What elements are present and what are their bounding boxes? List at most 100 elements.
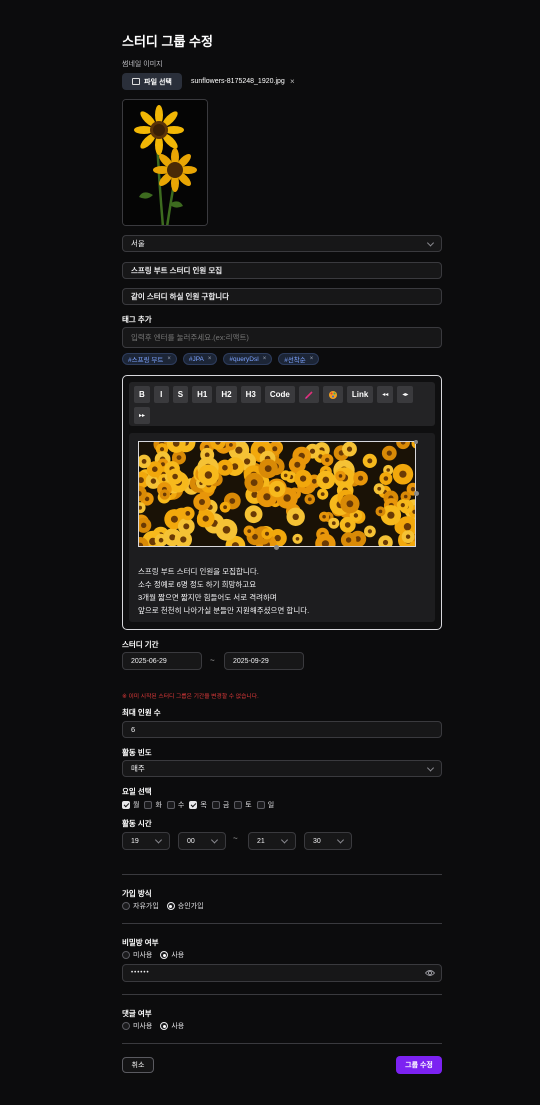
days-label: 요일 선택 (122, 787, 152, 796)
eye-icon[interactable] (424, 969, 436, 979)
period-warning: ※ 이미 시작된 스터디 그룹은 기간을 변경할 수 없습니다. (122, 694, 259, 700)
radio[interactable] (122, 902, 130, 910)
image-icon (132, 78, 141, 85)
time-label: 활동 시간 (122, 819, 152, 828)
remove-tag-icon[interactable]: × (208, 356, 212, 362)
day-option[interactable]: 수 (166, 800, 184, 810)
join-option-free[interactable]: 자유가입 (122, 901, 159, 911)
end-hour-select[interactable]: 21 (248, 832, 296, 850)
comments-option-on[interactable]: 사용 (160, 1021, 184, 1031)
radio[interactable] (160, 1022, 169, 1030)
day-option[interactable]: 목 (189, 800, 207, 810)
secret-radio-group: 미사용 사용 (122, 950, 184, 960)
italic-button[interactable]: I (153, 386, 169, 403)
tag-list: #스프링 부트 × #JPA × #queryDsl × #선착순 × (122, 353, 320, 365)
checkbox[interactable] (189, 801, 198, 809)
join-label: 가입 방식 (122, 889, 152, 898)
day-option[interactable]: 일 (256, 800, 274, 810)
file-name: sunflowers-8175248_1920.jpg (191, 78, 285, 85)
chevron-down-icon (154, 836, 163, 844)
tag-chip[interactable]: #선착순 × (278, 353, 320, 365)
palette-icon[interactable] (322, 386, 343, 403)
secret-option-on[interactable]: 사용 (160, 950, 184, 960)
tag-chip[interactable]: #JPA × (182, 353, 218, 365)
h2-button[interactable]: H2 (216, 386, 237, 403)
tags-label: 태그 추가 (122, 315, 152, 324)
link-button[interactable]: Link (346, 386, 374, 403)
comments-radio-group: 미사용 사용 (122, 1021, 184, 1031)
period-label: 스터디 기간 (122, 640, 159, 649)
study-title-input[interactable]: 스프링 부트 스터디 인원 모집 (122, 262, 442, 279)
checkbox[interactable] (211, 801, 220, 809)
day-option[interactable]: 월 (122, 800, 139, 810)
tag-chip[interactable]: #스프링 부트 × (122, 353, 177, 365)
align-left-button[interactable]: ◂◂ (377, 386, 394, 403)
h1-button[interactable]: H1 (192, 386, 213, 403)
checkbox[interactable] (122, 801, 130, 809)
start-hour-select[interactable]: 19 (122, 832, 170, 850)
secret-option-off[interactable]: 미사용 (122, 950, 152, 960)
start-date-input[interactable]: 2025-06-29 (122, 652, 202, 670)
end-date-input[interactable]: 2025-09-29 (224, 652, 304, 670)
thumbnail-label: 썸네일 이미지 (122, 61, 163, 68)
chevron-down-icon (336, 836, 345, 844)
day-option[interactable]: 토 (234, 800, 252, 810)
time-separator: ~ (233, 834, 238, 843)
join-radio-group: 자유가입 승인가입 (122, 901, 204, 911)
day-option[interactable]: 금 (211, 800, 229, 810)
password-input[interactable]: •••••• (122, 964, 442, 982)
bold-button[interactable]: B (134, 386, 150, 403)
flower-field-image[interactable] (138, 441, 416, 547)
chevron-down-icon (426, 238, 435, 247)
text-line: 소수 정예로 6명 정도 하기 희망하고요 (138, 580, 257, 589)
strike-button[interactable]: S (172, 386, 189, 403)
end-minute-select[interactable]: 30 (304, 832, 352, 850)
join-option-approval[interactable]: 승인가입 (166, 901, 204, 911)
rich-text-editor[interactable]: B I S H1 H2 H3 Code Link ◂◂ ◂▸ ▸▸ 스프링 부트 (122, 375, 442, 630)
radio[interactable] (122, 1022, 130, 1030)
comments-option-off[interactable]: 미사용 (122, 1021, 152, 1031)
resize-handle[interactable] (274, 545, 279, 550)
align-right-button[interactable]: ▸▸ (134, 407, 151, 424)
start-minute-select[interactable]: 00 (178, 832, 226, 850)
checkbox[interactable] (234, 801, 243, 809)
editor-toolbar: B I S H1 H2 H3 Code Link ◂◂ ◂▸ ▸▸ (129, 382, 435, 426)
remove-tag-icon[interactable]: × (310, 356, 314, 362)
pen-icon[interactable] (298, 386, 319, 403)
frequency-select[interactable]: 매주 (122, 760, 442, 777)
align-center-button[interactable]: ◂▸ (397, 386, 414, 403)
days-checkboxes: 월 화 수 목 금 토 일 (122, 800, 274, 810)
radio[interactable] (166, 902, 175, 910)
remove-file-icon[interactable]: × (290, 77, 295, 86)
checkbox[interactable] (256, 801, 265, 809)
max-members-input[interactable]: 6 (122, 721, 442, 738)
comments-label: 댓글 여부 (122, 1009, 152, 1018)
remove-tag-icon[interactable]: × (263, 356, 267, 362)
thumbnail-preview (122, 99, 208, 226)
code-button[interactable]: Code (264, 386, 295, 403)
divider (122, 994, 442, 995)
region-select[interactable]: 서울 (122, 235, 442, 252)
resize-handle[interactable] (414, 491, 419, 496)
radio[interactable] (160, 951, 169, 959)
tag-chip[interactable]: #queryDsl × (223, 353, 273, 365)
day-option[interactable]: 화 (144, 800, 162, 810)
frequency-label: 활동 빈도 (122, 748, 152, 757)
checkbox[interactable] (144, 801, 153, 809)
submit-button[interactable]: 그룹 수정 (396, 1056, 442, 1074)
file-select-button[interactable]: 파일 선택 (122, 73, 182, 90)
checkbox[interactable] (166, 801, 175, 809)
h3-button[interactable]: H3 (240, 386, 261, 403)
text-line: 3개월 짧으면 짧지만 힘들어도 서로 격려하며 (138, 593, 277, 602)
secret-label: 비밀방 여부 (122, 938, 159, 947)
resize-handle[interactable] (414, 440, 418, 444)
text-line: 앞으로 천천히 나아가실 분들만 지원해주셨으면 합니다. (138, 606, 310, 615)
cancel-button[interactable]: 취소 (122, 1057, 154, 1073)
radio[interactable] (122, 951, 130, 959)
editor-content[interactable]: 스프링 부트 스터디 인원을 모집합니다. 소수 정예로 6명 정도 하기 희망… (129, 433, 435, 622)
chevron-down-icon (426, 763, 435, 772)
remove-tag-icon[interactable]: × (167, 356, 171, 362)
tag-input[interactable] (122, 327, 442, 348)
chevron-down-icon (280, 836, 289, 844)
summary-input[interactable]: 같이 스터디 하실 인원 구합니다 (122, 288, 442, 305)
